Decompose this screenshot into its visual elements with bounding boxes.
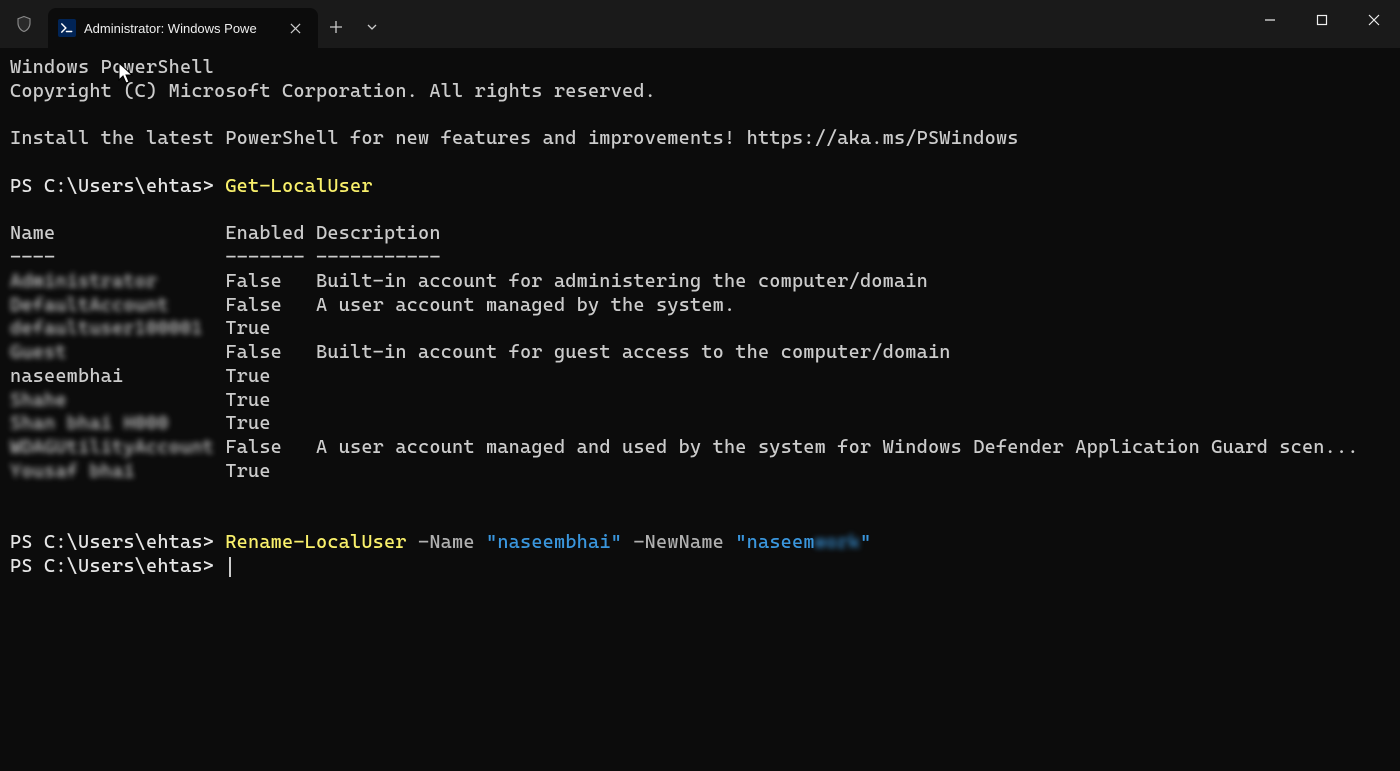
tab-powershell[interactable]: Administrator: Windows Powe xyxy=(48,8,318,48)
shield-icon xyxy=(15,15,33,33)
table-row: naseembhai True xyxy=(10,365,1390,389)
window-controls xyxy=(1244,0,1400,40)
newname-value: "naseemwork" xyxy=(735,531,871,553)
cursor-icon xyxy=(229,557,231,577)
table-row: Shahe True xyxy=(10,389,1390,413)
powershell-icon xyxy=(58,19,76,37)
close-button[interactable] xyxy=(1348,0,1400,40)
table-row: WDAGUtilityAccount False A user account … xyxy=(10,436,1390,460)
titlebar[interactable]: Administrator: Windows Powe xyxy=(0,0,1400,48)
new-tab-button[interactable] xyxy=(318,9,354,45)
table-header: Name Enabled Description xyxy=(10,222,1390,246)
banner-line: Copyright (C) Microsoft Corporation. All… xyxy=(10,80,1390,104)
install-hint: Install the latest PowerShell for new fe… xyxy=(10,127,1390,151)
table-row: Shan bhai H000 True xyxy=(10,412,1390,436)
tab-dropdown-button[interactable] xyxy=(354,9,390,45)
tab-close-button[interactable] xyxy=(284,17,306,39)
banner-line: Windows PowerShell xyxy=(10,56,1390,80)
table-row: Yousaf bhai True xyxy=(10,460,1390,484)
tab-title: Administrator: Windows Powe xyxy=(84,21,257,36)
shield-icon-wrap xyxy=(0,0,48,48)
terminal-body[interactable]: Windows PowerShell Copyright (C) Microso… xyxy=(0,48,1400,587)
table-row: defaultuser100001 True xyxy=(10,317,1390,341)
prompt-line: PS C:\Users\ehtas> xyxy=(10,555,1390,579)
maximize-button[interactable] xyxy=(1296,0,1348,40)
minimize-button[interactable] xyxy=(1244,0,1296,40)
command-line: PS C:\Users\ehtas> Get-LocalUser xyxy=(10,175,1390,199)
table-row: Administrator False Built-in account for… xyxy=(10,270,1390,294)
table-row: Guest False Built-in account for guest a… xyxy=(10,341,1390,365)
command-line: PS C:\Users\ehtas> Rename-LocalUser -Nam… xyxy=(10,531,1390,555)
table-row: DefaultAccount False A user account mana… xyxy=(10,294,1390,318)
table-divider: ---- ------- ----------- xyxy=(10,246,1390,270)
